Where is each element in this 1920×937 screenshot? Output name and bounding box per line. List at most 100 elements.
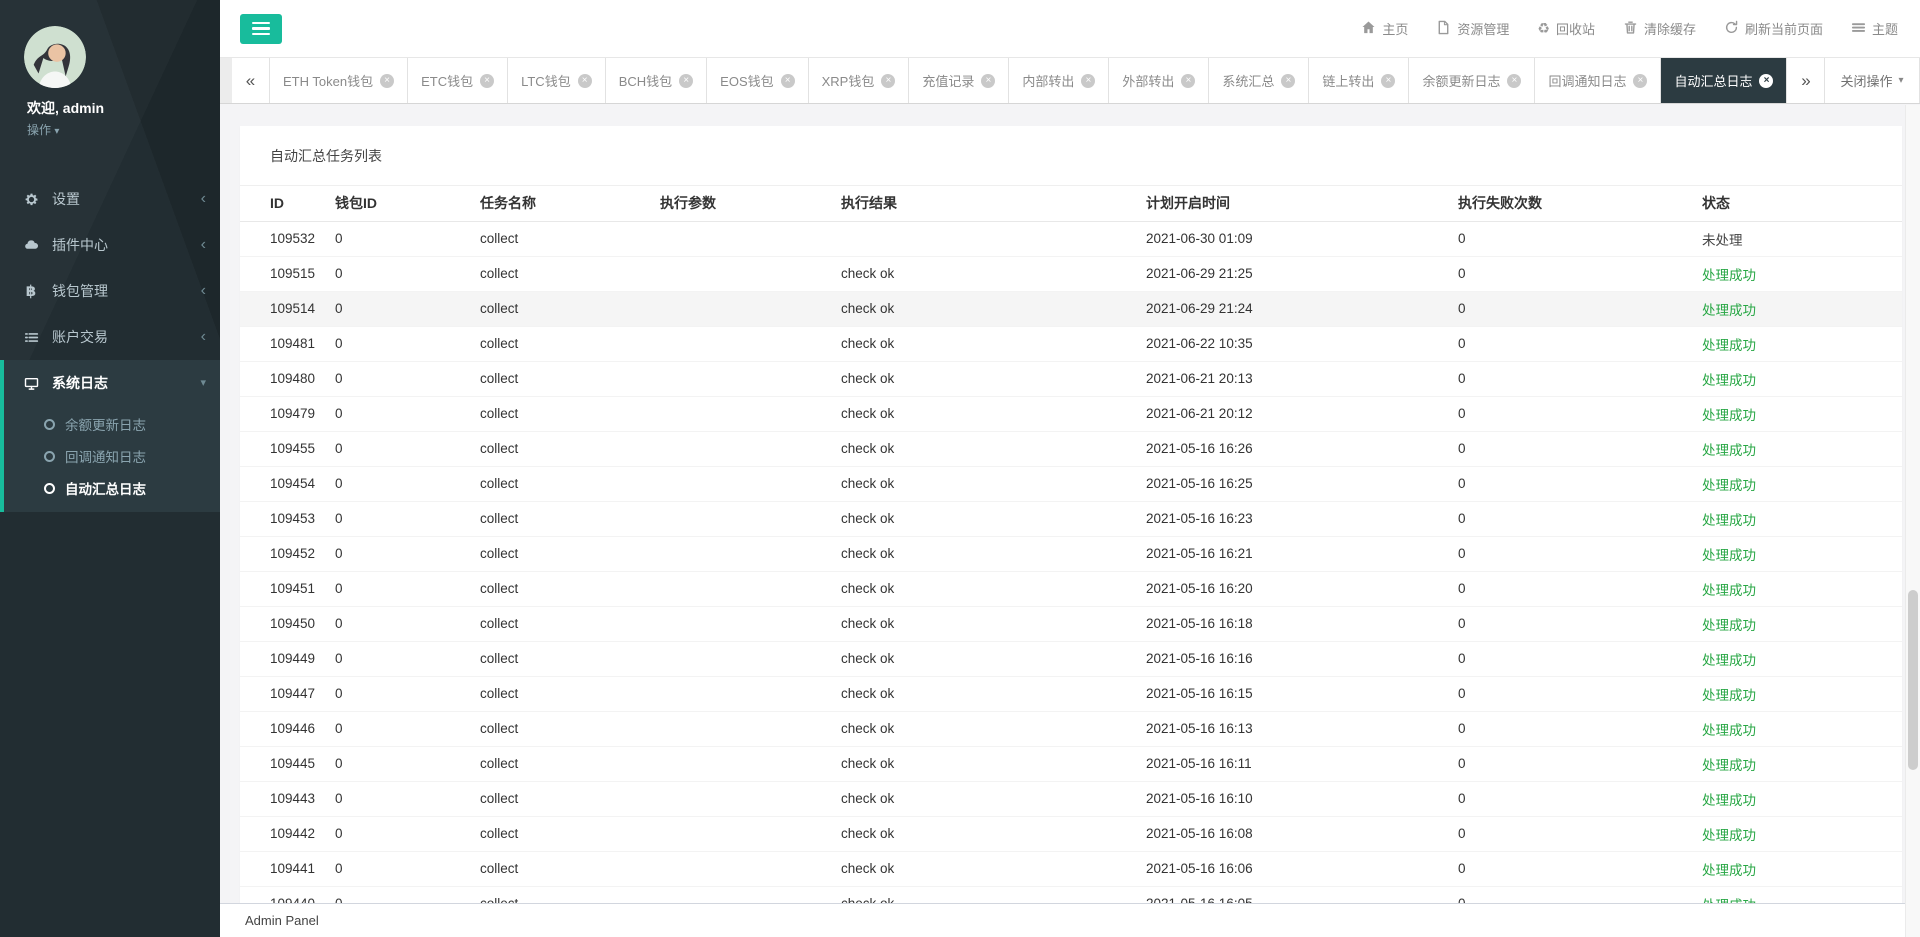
tab-余额更新日志[interactable]: 余额更新日志× [1409,58,1535,103]
tab-ETH Token钱包[interactable]: ETH Token钱包× [270,58,408,103]
user-action-dropdown[interactable]: 操作 ▾ [27,121,220,138]
status-cell: 处理成功 [1694,676,1902,711]
table-cell: 0 [327,466,472,501]
close-icon[interactable]: × [380,74,394,88]
gears-icon [22,191,40,207]
sidebar-item-钱包管理[interactable]: ฿钱包管理‹ [0,268,220,314]
user-panel: 欢迎, admin 操作 ▾ [0,0,220,138]
table-cell: collect [472,711,652,746]
content-area: 自动汇总任务列表 ID钱包ID任务名称执行参数执行结果计划开启时间执行失败次数状… [220,104,1920,903]
table-cell: 0 [1450,746,1694,781]
table-cell: 0 [1450,501,1694,536]
top-link-清除缓存[interactable]: 清除缓存 [1623,19,1696,38]
tab-bar: «ETH Token钱包×ETC钱包×LTC钱包×BCH钱包×EOS钱包×XRP… [220,57,1920,104]
close-icon[interactable]: × [578,74,592,88]
table-cell: 0 [327,816,472,851]
tab-BCH钱包[interactable]: BCH钱包× [606,58,707,103]
close-icon[interactable]: × [781,74,795,88]
tab-LTC钱包[interactable]: LTC钱包× [508,58,606,103]
table-cell [652,221,833,256]
bitcoin-icon: ฿ [22,283,40,299]
table-cell: 0 [327,711,472,746]
status-cell: 处理成功 [1694,816,1902,851]
close-icon[interactable]: × [1759,74,1773,88]
top-link-主页[interactable]: 主页 [1361,19,1408,38]
scrollbar-thumb[interactable] [1908,590,1918,770]
table-cell [652,676,833,711]
close-icon[interactable]: × [1181,74,1195,88]
close-icon[interactable]: × [1081,74,1095,88]
table-cell: 2021-06-22 10:35 [1138,326,1450,361]
status-cell: 处理成功 [1694,326,1902,361]
table-cell: collect [472,221,652,256]
close-icon[interactable]: × [1281,74,1295,88]
top-link-刷新当前页面[interactable]: 刷新当前页面 [1724,19,1823,38]
sidebar-item-账户交易[interactable]: 账户交易‹ [0,314,220,360]
table-cell: 0 [1450,711,1694,746]
close-icon[interactable]: × [981,74,995,88]
close-icon[interactable]: × [679,74,693,88]
table-cell: 2021-06-29 21:25 [1138,256,1450,291]
table-cell [652,501,833,536]
sidebar-toggle-button[interactable] [240,14,282,44]
tab-EOS钱包[interactable]: EOS钱包× [707,58,808,103]
chevron-left-icon: ‹ [201,283,206,299]
tab-系统汇总[interactable]: 系统汇总× [1209,58,1309,103]
close-icon[interactable]: × [1381,74,1395,88]
top-link-label: 清除缓存 [1644,19,1696,38]
panel-title: 自动汇总任务列表 [270,146,382,166]
caret-down-icon: ▾ [1899,75,1904,86]
sidebar-subitem-余额更新日志[interactable]: 余额更新日志 [4,408,220,440]
prev-tabs-button[interactable]: « [232,58,270,103]
top-link-资源管理[interactable]: 资源管理 [1436,19,1509,38]
tab-XRP钱包[interactable]: XRP钱包× [809,58,910,103]
tab-回调通知日志[interactable]: 回调通知日志× [1535,58,1661,103]
table-cell: check ok [833,501,1138,536]
table-cell: check ok [833,466,1138,501]
sidebar-item-插件中心[interactable]: 插件中心‹ [0,222,220,268]
table-cell: 2021-05-16 16:10 [1138,781,1450,816]
chevron-down-icon: ▾ [200,378,206,389]
tab-label: 外部转出 [1122,71,1174,90]
table-cell: 2021-05-16 16:06 [1138,851,1450,886]
close-icon[interactable]: × [1507,74,1521,88]
table-row: 1094530collectcheck ok2021-05-16 16:230处… [240,501,1902,536]
sidebar-subitem-回调通知日志[interactable]: 回调通知日志 [4,440,220,472]
table-cell: 2021-05-16 16:20 [1138,571,1450,606]
tab-ETC钱包[interactable]: ETC钱包× [408,58,508,103]
sidebar-subitem-自动汇总日志[interactable]: 自动汇总日志 [4,472,220,504]
table-cell [652,326,833,361]
close-actions-label: 关闭操作 [1840,71,1892,90]
status-cell: 处理成功 [1694,361,1902,396]
tab-内部转出[interactable]: 内部转出× [1009,58,1109,103]
close-actions-dropdown[interactable]: 关闭操作 ▾ [1825,58,1919,103]
table-row: 1094470collectcheck ok2021-05-16 16:150处… [240,676,1902,711]
table-cell: check ok [833,606,1138,641]
top-link-回收站[interactable]: ♻回收站 [1537,19,1595,38]
sidebar-item-设置[interactable]: 设置‹ [0,176,220,222]
close-icon[interactable]: × [1633,74,1647,88]
table-row: 1094460collectcheck ok2021-05-16 16:130处… [240,711,1902,746]
table-cell: collect [472,851,652,886]
close-icon[interactable]: × [881,74,895,88]
footer: Admin Panel [220,903,1920,937]
tab-自动汇总日志[interactable]: 自动汇总日志× [1661,58,1787,103]
table-row: 1095320collect2021-06-30 01:090未处理 [240,221,1902,256]
top-link-主题[interactable]: 主题 [1851,19,1898,38]
table-cell: check ok [833,431,1138,466]
tab-链上转出[interactable]: 链上转出× [1309,58,1409,103]
table-cell: collect [472,746,652,781]
tab-外部转出[interactable]: 外部转出 × [1109,58,1209,103]
status-cell: 处理成功 [1694,571,1902,606]
table-cell: 109452 [240,536,327,571]
log-table: ID钱包ID任务名称执行参数执行结果计划开启时间执行失败次数状态 1095320… [240,186,1902,903]
next-tabs-button[interactable]: » [1787,58,1825,103]
table-cell: 0 [327,676,472,711]
recycle-icon: ♻ [1537,21,1550,36]
top-link-label: 主题 [1872,19,1898,38]
close-icon[interactable]: × [480,74,494,88]
table-cell: 0 [327,501,472,536]
sidebar-item-系统日志[interactable]: 系统日志▾ [4,360,220,406]
tab-充值记录[interactable]: 充值记录× [909,58,1009,103]
table-cell: 109455 [240,431,327,466]
